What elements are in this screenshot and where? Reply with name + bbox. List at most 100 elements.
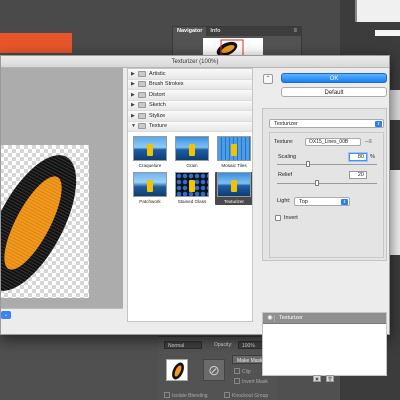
filter-list[interactable]: ▶ Artistic ▶ Brush Strokes ▶ Distort ▶ Sketch ▶ S… [127,68,253,322]
disclosure-closed-icon: ▶ [131,70,135,77]
filter-category-artistic[interactable]: ▶ Artistic [128,69,252,80]
collapse-toggle-icon[interactable]: ⌃ [263,74,273,84]
filter-category-texture[interactable]: ▼ Texture [128,121,252,132]
filter-thumb-texturizer[interactable]: Texturizer [215,172,252,205]
filter-thumb-stained-glass[interactable]: Stained Glass [173,172,211,205]
light-label: Light: [277,198,291,204]
effect-layer-row[interactable]: ◉ Texturizer [263,313,386,324]
relief-input[interactable]: 20 [349,171,367,179]
filter-preview-image [175,172,209,197]
filter-thumb-label: Grain [186,163,198,168]
filter-category-distort[interactable]: ▶ Distort [128,90,252,101]
folder-icon [138,70,146,77]
disclosure-closed-icon: ▶ [131,81,135,88]
new-effect-layer-icon[interactable]: ▣ [313,375,321,382]
filter-category-sketch[interactable]: ▶ Sketch [128,100,252,111]
filter-thumb-craquelure[interactable]: Craquelure [131,136,169,168]
filter-preview-image [217,136,251,161]
filter-settings-panel: Texturizer ⇕ Texture: OX15_Lines_00B –≡ … [262,108,387,261]
layer-thumbnail-artwork [172,362,184,380]
disclosure-open-icon: ▼ [131,123,136,130]
clip-checkbox[interactable]: Clip [234,368,251,375]
dropdown-arrow-icon: ⇕ [341,199,348,205]
scaling-unit: % [370,154,375,160]
filter-preview-image [133,172,167,197]
app-panel-fragment [390,90,400,120]
blend-mode-select[interactable]: Normal [164,341,202,349]
opacity-label: Opacity: [214,342,233,348]
filter-category-brush-strokes[interactable]: ▶ Brush Strokes [128,79,252,90]
filter-select-value: Texturizer [274,121,298,127]
visibility-eye-icon[interactable]: ◉ [266,315,275,322]
light-select-value: Top [299,199,308,205]
texture-select[interactable]: OX15_Lines_00B [305,138,361,146]
scaling-slider-handle[interactable] [305,161,310,167]
tab-navigator[interactable]: Navigator [173,27,207,36]
filter-thumb-grain[interactable]: Grain [173,136,211,168]
zoom-bar: ⌄ [1,308,123,322]
isolate-blending-checkbox[interactable]: Isolate Blending [164,392,208,399]
default-button[interactable]: Default [281,87,387,97]
filter-preview-image [175,136,209,161]
folder-icon [138,102,146,109]
panel-menu-icon[interactable]: ≡ [293,28,297,34]
disclosure-closed-icon: ▶ [131,102,135,109]
tab-info[interactable]: Info [206,27,224,36]
folder-icon [138,112,146,119]
filter-category-label: Distort [149,91,165,98]
appearance-panel: Normal Opacity: 100% ⊘ Make Mask Clip In… [158,336,278,400]
filter-category-label: Texture [149,123,168,130]
filter-thumb-label: Stained Glass [177,199,207,204]
folder-icon [138,123,146,130]
dialog-title: Texturizer (100%) [1,56,389,68]
effect-layer-name: Texturizer [279,315,303,321]
scaling-slider[interactable] [277,161,377,167]
texture-filter-grid: Craquelure Grain Mosaic Tiles Patchwork Stai… [128,132,252,209]
ok-button[interactable]: OK [281,73,387,83]
invert-checkbox[interactable] [275,215,281,221]
folder-icon [138,81,146,88]
folder-icon [138,91,146,98]
canvas-artwork-fragment [0,33,72,53]
filter-category-stylize[interactable]: ▶ Stylize [128,111,252,122]
delete-effect-layer-icon[interactable]: 🗑 [326,375,334,382]
zoom-select[interactable]: ⌄ [1,311,11,319]
texture-menu-icon[interactable]: –≡ [365,139,372,145]
filter-preview-image [217,172,251,197]
relief-label: Relief [278,172,293,178]
navigator-panel: Navigator Info ≡ [172,26,302,58]
filter-category-label: Artistic [149,70,166,77]
relief-slider-handle[interactable] [315,180,320,186]
filter-category-label: Brush Strokes [149,81,184,88]
navigator-tabs: Navigator Info [173,27,301,36]
texturizer-options: Texture: OX15_Lines_00B –≡ Scaling 80 % … [269,132,384,258]
app-panel-fragment [355,0,400,22]
settings-column: ⌃ OK Default Texturizer ⇕ Texture: OX15_… [257,68,389,376]
filter-category-list: ▶ Artistic ▶ Brush Strokes ▶ Distort ▶ Sketch ▶ S… [128,69,252,132]
knockout-group-checkbox[interactable]: Knockout Group [224,392,268,399]
disclosure-closed-icon: ▶ [131,112,135,119]
disclosure-closed-icon: ▶ [131,91,135,98]
relief-slider[interactable] [277,180,377,186]
light-select[interactable]: Top ⇕ [294,197,350,206]
invert-label: Invert [284,215,298,221]
filter-category-label: Stylize [149,112,166,119]
filter-thumb-mosaic-tiles[interactable]: Mosaic Tiles [215,136,252,168]
filter-thumb-label: Mosaic Tiles [221,163,247,168]
layer-thumbnail[interactable] [166,359,188,381]
dropdown-arrow-icon: ⇕ [375,121,382,127]
filter-thumb-label: Craquelure [138,163,162,168]
filter-preview-image [133,136,167,161]
filter-thumb-patchwork[interactable]: Patchwork [131,172,169,205]
app-panel-fragment [375,30,400,36]
preview-pane[interactable]: ⌄ [1,68,123,322]
invert-mask-checkbox[interactable]: Invert Mask [234,378,268,385]
filter-gallery-dialog: Texturizer (100%) ⌄ ▶ Artistic ▶ Brush Stro… [0,55,390,382]
filter-select[interactable]: Texturizer ⇕ [269,119,384,128]
preview-artwork [1,155,77,291]
scaling-label: Scaling [278,154,297,160]
filter-thumb-label: Texturizer [224,199,244,204]
scaling-input[interactable]: 80 [349,153,367,161]
mask-placeholder-icon[interactable]: ⊘ [203,359,225,381]
effect-layers-panel: ◉ Texturizer [262,312,387,376]
